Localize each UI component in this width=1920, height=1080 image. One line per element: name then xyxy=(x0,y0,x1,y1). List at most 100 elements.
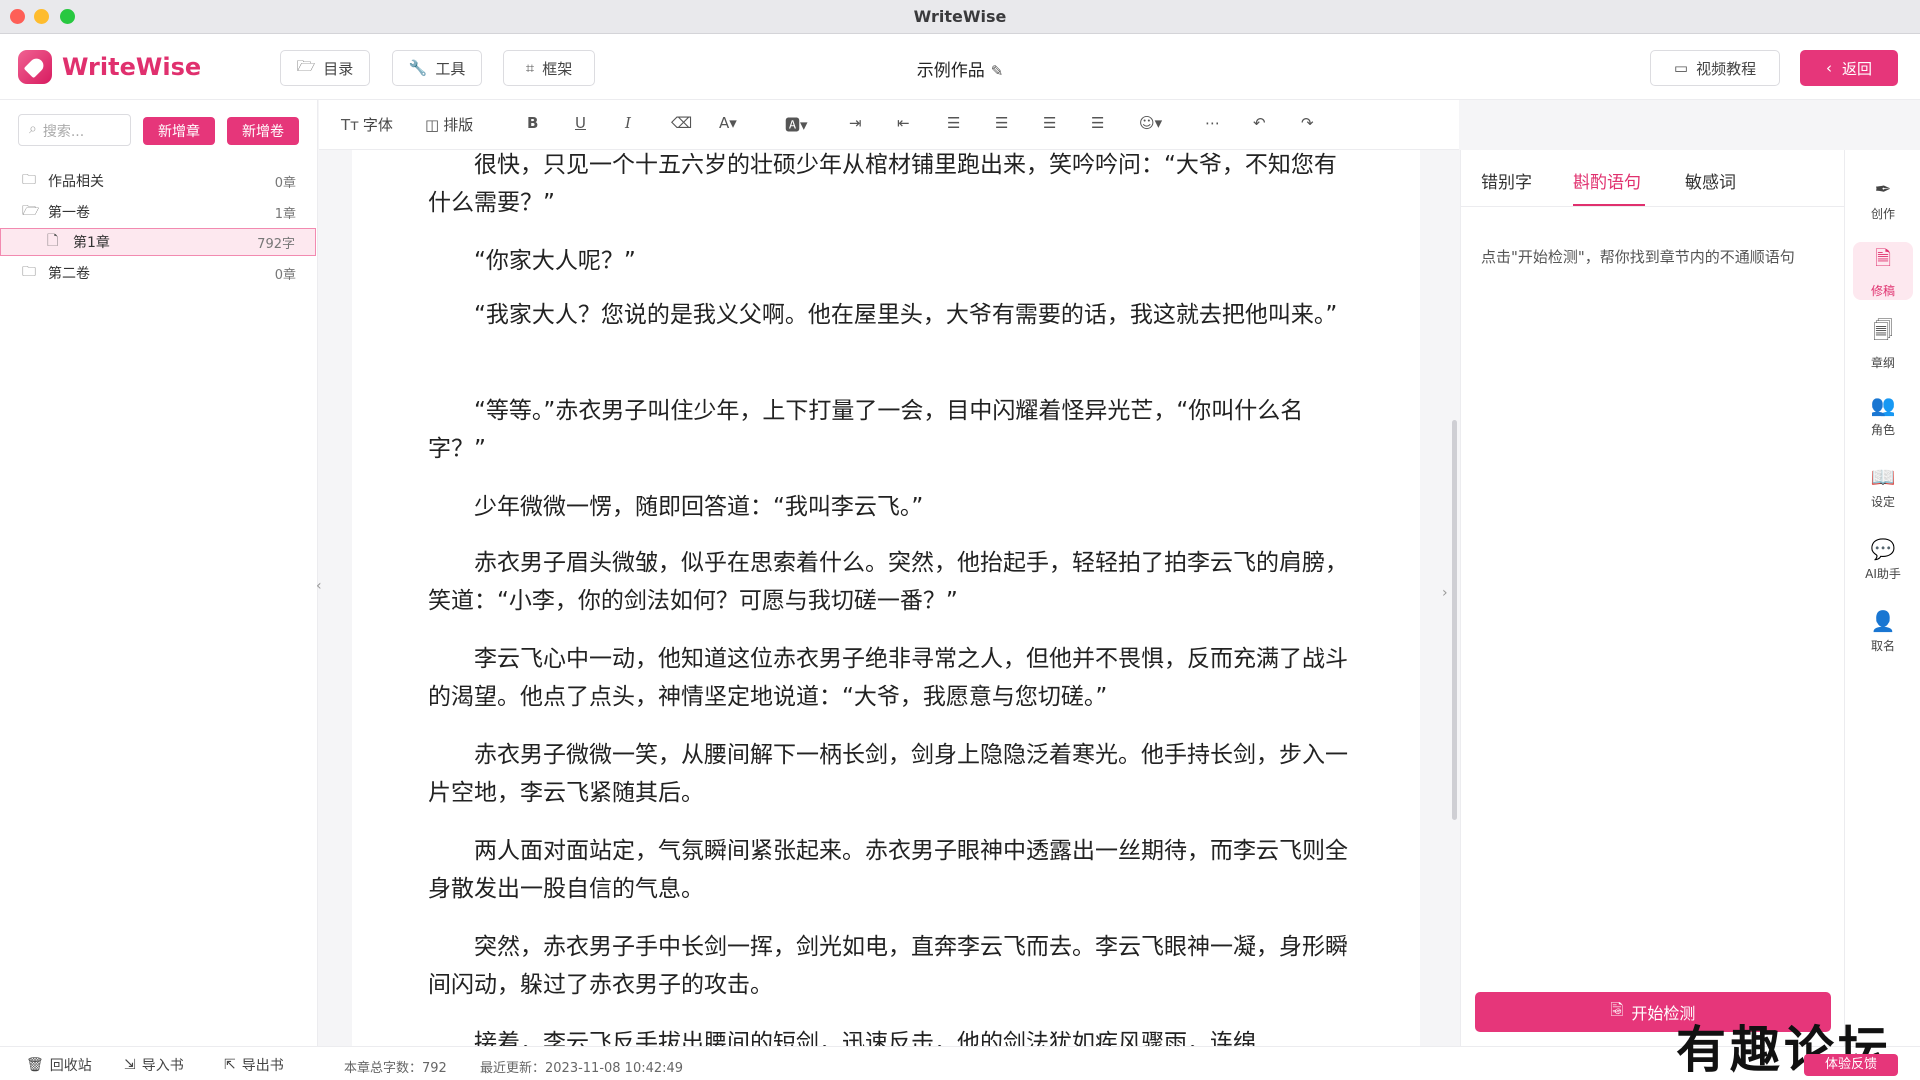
format-toolbar: Tт 字体 ◫ 排版 B U I ⌫ A▾ 🅰▾ ⇥ ⇤ ☰ ☰ ☰ ☰ ☺▾ … xyxy=(319,100,1459,150)
tree-item-volume-2[interactable]: 🗀 第二卷 0章 xyxy=(0,259,316,287)
video-tutorial-button[interactable]: ▭ 视频教程 xyxy=(1650,50,1780,86)
frame-button[interactable]: ⌗ 框架 xyxy=(503,50,595,86)
layout-button[interactable]: ◫ 排版 xyxy=(425,114,473,135)
book-icon: 📖 xyxy=(1870,464,1896,489)
rail-characters[interactable]: 👥 角色 xyxy=(1853,386,1913,444)
check-hint: 点击"开始检测"，帮你找到章节内的不通顺语句 xyxy=(1481,248,1795,266)
chevron-left-icon: ‹ xyxy=(1825,59,1832,77)
app-header: WriteWise 🗁 目录 🔧 工具 ⌗ 框架 示例作品 ✎ ▭ 视频教程 ‹ … xyxy=(0,34,1920,100)
rail-naming[interactable]: 👤 取名 xyxy=(1853,602,1913,660)
collapse-left-icon[interactable]: ‹ xyxy=(316,578,334,604)
video-icon: ▭ xyxy=(1673,59,1689,77)
editor-scrollbar[interactable] xyxy=(1452,420,1457,820)
person-add-icon: 👤 xyxy=(1870,608,1896,633)
wrench-icon: 🔧 xyxy=(408,59,428,77)
folder-icon: 🗀 xyxy=(22,264,36,280)
import-icon: ⇲ xyxy=(124,1057,136,1073)
search-icon: ⌕ xyxy=(29,121,37,137)
redo-icon[interactable]: ↷ xyxy=(1301,114,1314,132)
tab-divider xyxy=(1461,206,1845,207)
import-book-button[interactable]: ⇲ 导入书 xyxy=(124,1055,184,1075)
frame-icon: ⌗ xyxy=(525,59,535,77)
italic-icon[interactable]: I xyxy=(625,114,631,132)
rail-create[interactable]: ✒ 创作 xyxy=(1853,170,1913,228)
last-update: 最近更新：2023-11-08 10:42:49 xyxy=(480,1061,684,1076)
feedback-button[interactable]: 体验反馈 xyxy=(1804,1054,1898,1076)
paragraph[interactable]: 李云飞心中一动，他知道这位赤衣男子绝非寻常之人，但他并不畏惧，反而充满了战斗的渴… xyxy=(428,640,1348,716)
align-left-icon[interactable]: ☰ xyxy=(947,114,960,132)
editor-paper[interactable]: 很快，只见一个十五六岁的壮硕少年从棺材铺里跑出来，笑吟吟问：“大爷，不知您有什么… xyxy=(352,150,1420,1046)
undo-icon[interactable]: ↶ xyxy=(1253,114,1266,132)
check-panel: 错别字 斟酌语句 敏感词 点击"开始检测"，帮你找到章节内的不通顺语句 🗟 开始… xyxy=(1460,150,1845,1046)
font-button[interactable]: Tт 字体 xyxy=(341,114,393,135)
folder-icon: 🗀 xyxy=(22,172,36,188)
recycle-bin-button[interactable]: 🗑 回收站 xyxy=(26,1055,92,1075)
tree-item-chapter-1[interactable]: 🗋 第1章 792字 xyxy=(0,228,316,256)
toc-button[interactable]: 🗁 目录 xyxy=(280,50,370,86)
chat-icon: 💬 xyxy=(1870,536,1896,561)
tree-item-works[interactable]: 🗀 作品相关 0章 xyxy=(0,167,316,195)
collapse-right-icon[interactable]: › xyxy=(1442,585,1460,611)
tools-button[interactable]: 🔧 工具 xyxy=(392,50,482,86)
eraser-icon[interactable]: ⌫ xyxy=(671,114,692,132)
tree-item-volume-1[interactable]: 🗁 第一卷 1章 xyxy=(0,198,316,226)
export-book-button[interactable]: ⇱ 导出书 xyxy=(224,1055,284,1075)
paragraph[interactable]: 突然，赤衣男子手中长剑一挥，剑光如电，直奔李云飞而去。李云飞眼神一凝，身形瞬间闪… xyxy=(428,928,1348,1004)
paragraph[interactable]: 赤衣男子微微一笑，从腰间解下一柄长剑，剑身上隐隐泛着寒光。他手持长剑，步入一片空… xyxy=(428,736,1348,812)
layout-icon: ◫ xyxy=(425,115,440,134)
paragraph[interactable]: “我家大人？您说的是我义父啊。他在屋里头，大爷有需要的话，我这就去把他叫来。” xyxy=(428,296,1348,334)
app-logo: WriteWise xyxy=(18,50,201,84)
word-count: 本章总字数：792 xyxy=(344,1061,447,1076)
title-bar: WriteWise xyxy=(0,0,1920,34)
document-icon: 🗋 xyxy=(47,233,59,249)
paragraph[interactable]: “等等。”赤衣男子叫住少年，上下打量了一会，目中闪耀着怪异光芒，“你叫什么名字？… xyxy=(428,392,1348,468)
outline-icon: 🗐 xyxy=(1873,317,1893,342)
paragraph[interactable]: 很快，只见一个十五六岁的壮硕少年从棺材铺里跑出来，笑吟吟问：“大爷，不知您有什么… xyxy=(428,150,1348,222)
paragraph[interactable]: “你家大人呢？” xyxy=(428,242,1348,280)
rail-settings[interactable]: 📖 设定 xyxy=(1853,458,1913,516)
work-title[interactable]: 示例作品 ✎ xyxy=(880,56,1040,81)
emoji-icon[interactable]: ☺▾ xyxy=(1139,114,1162,132)
new-chapter-button[interactable]: 新增章 xyxy=(143,117,215,145)
people-icon: 👥 xyxy=(1870,392,1896,417)
paragraph[interactable]: 赤衣男子眉头微皱，似乎在思索着什么。突然，他抬起手，轻轻拍了拍李云飞的肩膀，笑道… xyxy=(428,544,1348,620)
paragraph[interactable]: 两人面对面站定，气氛瞬间紧张起来。赤衣男子眼神中透露出一丝期待，而李云飞则全身散… xyxy=(428,832,1348,908)
scan-doc-icon: 🗟 xyxy=(1610,999,1624,1019)
font-color-icon[interactable]: A▾ xyxy=(719,114,737,132)
tab-sentence-check[interactable]: 斟酌语句 xyxy=(1573,168,1641,193)
rail-ai-assistant[interactable]: 💬 AI助手 xyxy=(1853,530,1913,588)
paragraph[interactable]: 接着，李云飞反手拔出腰间的短剑，迅速反击，他的剑法犹如疾风骤雨，连绵 xyxy=(428,1024,1348,1046)
feature-rail: ✒ 创作 🗎 修稿 🗐 章纲 👥 角色 📖 设定 💬 AI助手 👤 取名 xyxy=(1844,150,1920,1046)
logo-text: WriteWise xyxy=(62,53,202,81)
rail-revise[interactable]: 🗎 修稿 xyxy=(1853,242,1913,300)
chapter-sidebar: ⌕ 搜索... 新增章 新增卷 🗀 作品相关 0章 🗁 第一卷 1章 🗋 第1章… xyxy=(0,100,318,1046)
justify-icon[interactable]: ☰ xyxy=(1091,114,1104,132)
tab-sensitive-words[interactable]: 敏感词 xyxy=(1685,168,1736,193)
highlight-color-icon[interactable]: 🅰▾ xyxy=(785,114,808,135)
pencil-icon[interactable]: ✎ xyxy=(991,62,1004,80)
underline-icon[interactable]: U xyxy=(575,114,586,132)
align-center-icon[interactable]: ☰ xyxy=(995,114,1008,132)
back-button[interactable]: ‹ 返回 xyxy=(1800,50,1898,86)
window-title: WriteWise xyxy=(913,7,1007,26)
folder-open-icon: 🗁 xyxy=(22,203,40,219)
bold-icon[interactable]: B xyxy=(527,114,538,132)
trash-icon: 🗑 xyxy=(26,1057,44,1073)
active-tab-indicator xyxy=(1573,204,1645,206)
tab-typos[interactable]: 错别字 xyxy=(1481,168,1532,193)
rail-outline[interactable]: 🗐 章纲 xyxy=(1853,314,1913,372)
paragraph[interactable]: 少年微微一愣，随即回答道：“我叫李云飞。” xyxy=(428,488,1348,526)
new-volume-button[interactable]: 新增卷 xyxy=(227,117,299,145)
pen-icon: ✒ xyxy=(1874,176,1892,201)
status-bar: 🗑 回收站 ⇲ 导入书 ⇱ 导出书 本章总字数：792 最近更新：2023-11… xyxy=(0,1046,1920,1080)
folder-open-icon: 🗁 xyxy=(296,56,316,75)
export-icon: ⇱ xyxy=(224,1057,236,1073)
edit-doc-icon: 🗎 xyxy=(1874,245,1892,270)
align-right-icon[interactable]: ☰ xyxy=(1043,114,1056,132)
font-size-icon: Tт xyxy=(341,115,359,134)
search-input[interactable]: ⌕ 搜索... xyxy=(18,114,131,146)
logo-icon xyxy=(18,50,52,84)
indent-icon[interactable]: ⇥ xyxy=(849,114,862,132)
outdent-icon[interactable]: ⇤ xyxy=(897,114,910,132)
divider-line-icon[interactable]: ⋯ xyxy=(1205,114,1220,132)
